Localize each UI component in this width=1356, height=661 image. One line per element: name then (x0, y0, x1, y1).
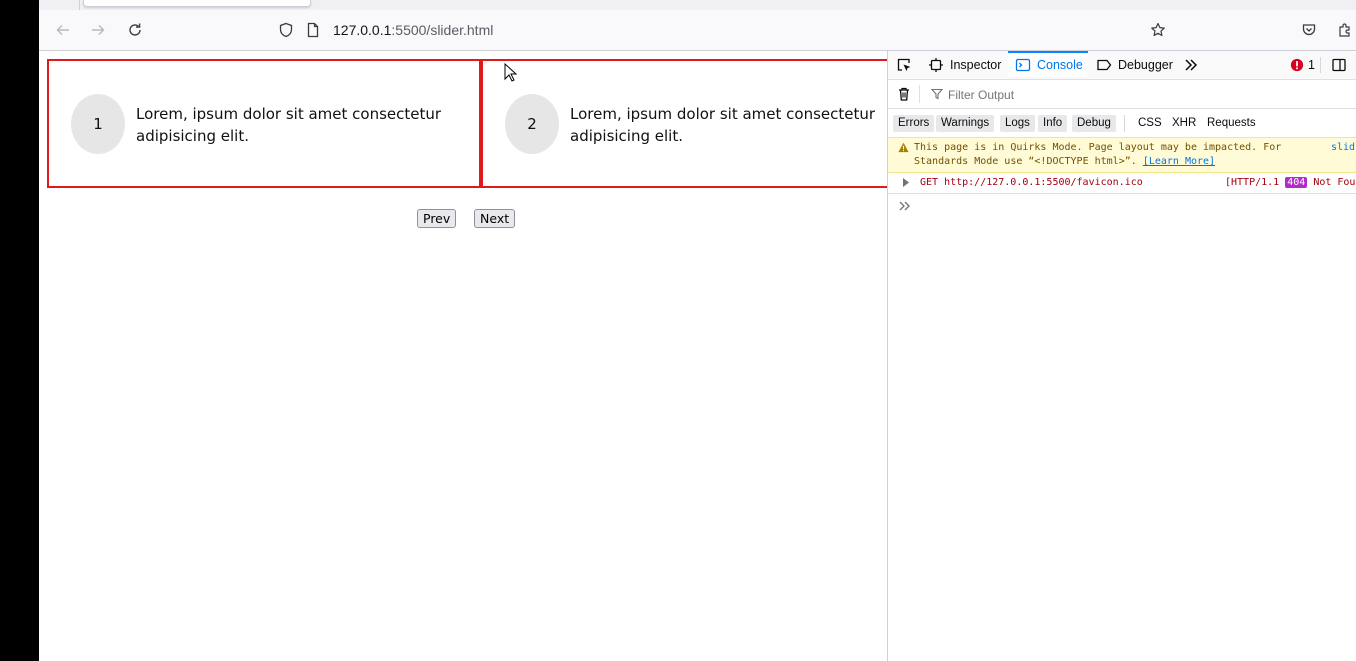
status-suffix: Not Fou (1313, 177, 1356, 188)
tab-debugger[interactable]: Debugger (1096, 51, 1173, 79)
filter-info-button[interactable]: Info (1038, 115, 1068, 132)
level-divider (1124, 115, 1125, 132)
back-arrow-icon[interactable] (51, 18, 75, 42)
element-picker-icon[interactable] (896, 51, 918, 79)
expand-arrow-icon[interactable] (902, 178, 910, 187)
slide-text: Lorem, ipsum dolor sit amet consectetur … (570, 105, 876, 145)
next-button[interactable]: Next (474, 209, 516, 228)
slide-number-badge: 2 (505, 94, 559, 154)
console-filter-bar (888, 80, 1356, 109)
filter-xhr-button[interactable]: XHR (1167, 115, 1201, 132)
active-tab[interactable] (83, 0, 311, 7)
warning-text-line2: Standards Mode use “<!DOCTYPE html>”. (914, 156, 1137, 167)
warning-text-line1: This page is in Quirks Mode. Page layout… (914, 142, 1282, 153)
devtools-panel: Inspector Console Debugger 1 Filter Outp… (887, 51, 1356, 661)
slide-2: 2 Lorem, ipsum dolor sit amet consectetu… (481, 59, 887, 188)
page-info-icon[interactable] (301, 18, 325, 42)
toolbar-divider (1320, 57, 1321, 73)
filter-output-input[interactable] (946, 86, 1150, 104)
extensions-icon[interactable] (1333, 18, 1356, 42)
tab-inspector[interactable]: Inspector (928, 51, 1001, 79)
prev-button[interactable]: Prev (417, 209, 457, 228)
warning-source-link[interactable]: slid (1331, 142, 1355, 153)
status-code-badge: 404 (1285, 177, 1308, 188)
console-error-message[interactable]: GET http://127.0.0.1:5500/favicon.ico [H… (888, 173, 1356, 194)
filter-divider (919, 85, 920, 103)
tab-label: Inspector (950, 58, 1002, 72)
slide-1: 1 Lorem, ipsum dolor sit amet consectetu… (47, 59, 481, 188)
tab-separator (79, 0, 80, 10)
console-warning-message: This page is in Quirks Mode. Page layout… (888, 138, 1356, 173)
navigation-toolbar: 127.0.0.1:5500/slider.html (39, 10, 1356, 51)
url-path: :5500/slider.html (391, 22, 494, 38)
filter-logs-button[interactable]: Logs (1000, 115, 1035, 132)
reload-icon[interactable] (123, 18, 147, 42)
error-request-text: GET http://127.0.0.1:5500/favicon.ico (920, 177, 1143, 188)
warning-triangle-icon (898, 142, 909, 153)
error-count: 1 (1308, 58, 1315, 72)
error-icon (1290, 58, 1304, 72)
filter-errors-button[interactable]: Errors (893, 115, 935, 132)
mouse-cursor-icon (504, 63, 518, 82)
url-host: 127.0.0.1 (333, 22, 392, 38)
dock-options-icon[interactable] (1331, 51, 1353, 79)
tab-label: Debugger (1118, 58, 1173, 72)
shield-icon[interactable] (274, 18, 298, 42)
tab-label: Console (1037, 58, 1083, 72)
debugger-icon (1097, 59, 1112, 71)
console-icon (1015, 58, 1031, 72)
more-tabs-chevron-icon[interactable] (1183, 51, 1205, 79)
filter-css-button[interactable]: CSS (1133, 115, 1167, 132)
error-status: [HTTP/1.1 404 Not Fou (1225, 177, 1355, 188)
status-prefix: [HTTP/1.1 (1225, 177, 1280, 188)
devtools-toolbar: Inspector Console Debugger 1 (888, 51, 1356, 80)
url-field[interactable]: 127.0.0.1:5500/slider.html (333, 22, 493, 38)
slide-number-badge: 1 (71, 94, 125, 154)
filter-debug-button[interactable]: Debug (1072, 115, 1116, 132)
tab-strip (39, 0, 1356, 10)
console-input[interactable] (918, 197, 1342, 217)
console-prompt-chevron-icon (899, 201, 910, 211)
filter-warnings-button[interactable]: Warnings (936, 115, 995, 132)
trash-icon[interactable] (896, 86, 912, 102)
page-viewport: 1 Lorem, ipsum dolor sit amet consectetu… (39, 51, 887, 661)
bookmark-star-icon[interactable] (1146, 18, 1170, 42)
browser-window: 127.0.0.1:5500/slider.html 1 Lorem, ipsu… (39, 0, 1356, 661)
filter-funnel-icon (931, 88, 943, 100)
error-count-badge[interactable]: 1 (1290, 51, 1315, 79)
learn-more-link[interactable]: [Learn More] (1143, 156, 1215, 167)
slide-text: Lorem, ipsum dolor sit amet consectetur … (136, 105, 442, 145)
pocket-icon[interactable] (1297, 18, 1321, 42)
console-level-filters: Errors Warnings Logs Info Debug CSS XHR … (888, 109, 1356, 138)
filter-requests-button[interactable]: Requests (1202, 115, 1261, 132)
inspector-icon (929, 58, 943, 72)
tab-console[interactable]: Console (1008, 51, 1088, 77)
forward-arrow-icon[interactable] (86, 18, 110, 42)
